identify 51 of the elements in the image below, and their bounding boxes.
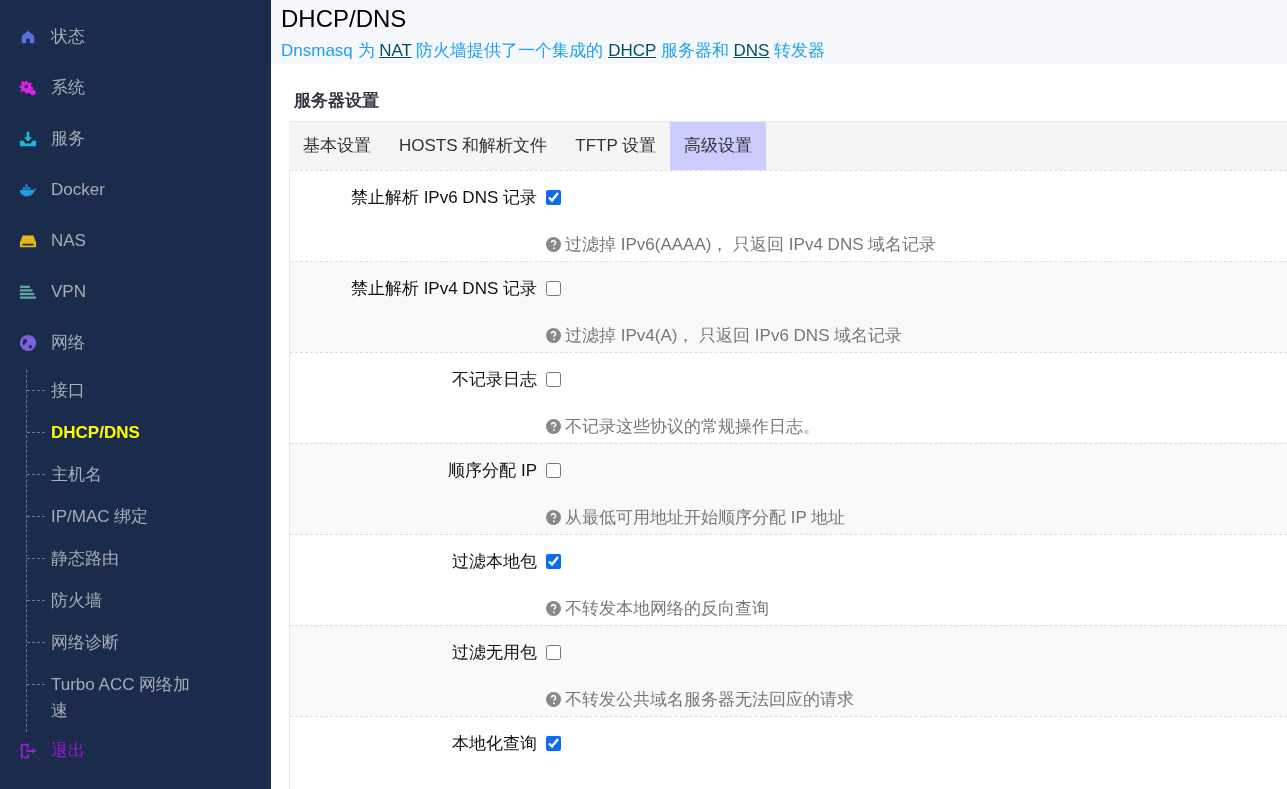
option-help: 过滤掉 IPv4(A)， 只返回 IPv6 DNS 域名记录 (565, 325, 903, 347)
tab[interactable]: HOSTS 和解析文件 (385, 121, 562, 170)
page-title: DHCP/DNS (281, 4, 408, 34)
option-help: 过滤掉 IPv6(AAAA)， 只返回 IPv4 DNS 域名记录 (565, 234, 937, 256)
tab[interactable]: TFTP 设置 (561, 121, 671, 170)
option-label: 禁止解析 IPv4 DNS 记录 (349, 277, 537, 300)
option-checkbox[interactable] (546, 644, 561, 660)
description-link[interactable]: NAT (379, 41, 412, 60)
sidebar-item[interactable]: Docker (0, 177, 271, 202)
sidebar-subitem[interactable]: 防火墙 (51, 580, 201, 622)
option-label: 不记录日志 (451, 368, 537, 391)
page-description: Dnsmasq 为 NAT 防火墙提供了一个集成的 DHCP 服务器和 DNS 转发器 (281, 40, 827, 62)
option-checkbox[interactable] (546, 735, 561, 751)
option-label: 顺序分配 IP (447, 459, 537, 482)
sidebar-item[interactable]: NAS (0, 228, 271, 253)
sidebar-subitem[interactable]: 静态路由 (51, 538, 201, 580)
help-icon (546, 692, 561, 708)
option-help: 不转发公共域名服务器无法回应的请求 (565, 689, 854, 711)
help-icon (546, 419, 561, 435)
option-checkbox[interactable] (546, 553, 561, 569)
option-checkbox[interactable] (546, 189, 561, 205)
sidebar-subitem[interactable]: DHCP/DNS (51, 412, 201, 454)
sidebar-item[interactable]: VPN (0, 279, 271, 304)
sidebar-subitem[interactable]: Turbo ACC 网络加速 (51, 664, 201, 732)
sidebar-item[interactable]: 网络 (0, 330, 271, 355)
option-help: 从最低可用地址开始顺序分配 IP 地址 (565, 507, 846, 529)
option-label: 过滤无用包 (451, 641, 537, 664)
sidebar-subitem[interactable]: 接口 (51, 370, 201, 412)
option-help: 不转发本地网络的反向查询 (565, 598, 769, 620)
help-icon (546, 328, 561, 344)
sidebar-subitem[interactable]: 网络诊断 (51, 622, 201, 664)
help-icon (546, 601, 561, 617)
option-help: 不记录这些协议的常规操作日志。 (565, 416, 820, 438)
help-icon (546, 510, 561, 526)
option-label: 本地化查询 (451, 732, 537, 755)
sidebar-item[interactable]: 系统 (0, 75, 271, 100)
option-label: 过滤本地包 (451, 550, 537, 573)
option-checkbox[interactable] (546, 462, 561, 478)
option-checkbox[interactable] (546, 371, 561, 387)
help-icon (546, 237, 561, 253)
sidebar-item[interactable]: 服务 (0, 126, 271, 151)
section-title: 服务器设置 (293, 89, 380, 112)
sidebar-subitem[interactable]: 主机名 (51, 454, 201, 496)
description-link[interactable]: DNS (733, 41, 770, 60)
tab[interactable]: 基本设置 (289, 121, 385, 170)
description-link[interactable]: DHCP (608, 41, 656, 60)
tab[interactable]: 高级设置 (670, 121, 767, 170)
sidebar-item[interactable]: 状态 (0, 24, 271, 49)
sidebar-subitem[interactable]: IP/MAC 绑定 (51, 496, 201, 538)
option-label: 禁止解析 IPv6 DNS 记录 (349, 186, 537, 209)
option-checkbox[interactable] (546, 280, 561, 296)
